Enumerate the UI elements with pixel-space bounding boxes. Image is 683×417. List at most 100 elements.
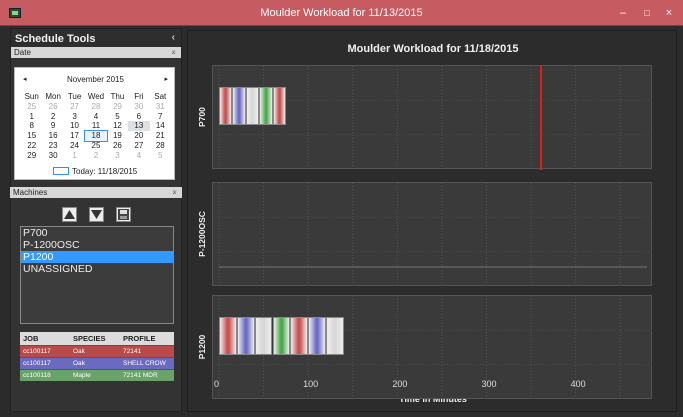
cell-job: cc100118 <box>23 372 51 379</box>
job-bar[interactable] <box>219 87 233 125</box>
calendar-day[interactable]: 31 <box>150 102 171 112</box>
workload-chart: Moulder Workload for 11/18/2015 Time in … <box>187 30 677 412</box>
machine-lane-plot: P1200 <box>197 295 653 400</box>
maximize-icon[interactable]: □ <box>636 4 658 22</box>
today-link[interactable]: Today: 11/18/2015 <box>53 167 137 176</box>
weekday-header: Sat <box>154 92 167 101</box>
jobs-table-body: cc100117 Oak 72141 cc100117 Oak SHELL CROW cc1… <box>20 345 174 381</box>
calendar-day[interactable]: 11 <box>85 121 106 131</box>
calendar-day[interactable]: 25 <box>21 102 42 112</box>
calendar-day[interactable]: 28 <box>150 141 171 151</box>
job-bar[interactable] <box>272 317 291 355</box>
window-title: Moulder Workload for 11/13/2015 <box>260 7 423 19</box>
sidebar-header: Schedule Tools ‹ <box>11 29 181 47</box>
calendar-day[interactable]: 4 <box>128 151 149 161</box>
window-title-bar: Moulder Workload for 11/13/2015 – □ × <box>0 0 683 26</box>
x-tick-label: 300 <box>481 379 497 389</box>
calendar-day[interactable]: 3 <box>107 151 128 161</box>
job-bar[interactable] <box>232 87 246 125</box>
calendar-day[interactable]: 27 <box>64 102 85 112</box>
x-tick-label: 400 <box>570 379 586 389</box>
triangle-down-icon[interactable] <box>89 207 104 222</box>
calendar-day[interactable]: 15 <box>21 131 42 141</box>
weekday-header: Tue <box>67 92 82 101</box>
cell-profile: 72141 MDR <box>123 372 158 379</box>
calendar-day[interactable]: 21 <box>150 131 171 141</box>
calendar-day[interactable]: 13 <box>128 121 150 132</box>
pin-icon[interactable]: ⌅ <box>171 187 178 196</box>
machines-section-header[interactable]: Machines ⌅ <box>10 187 182 198</box>
calendar-day[interactable]: 28 <box>85 102 106 112</box>
job-bar[interactable] <box>326 317 344 355</box>
calendar-day[interactable]: 18 <box>84 130 108 142</box>
calendar: ◂ November 2015 ▸ Sun Mon Tue Wed Thu Fri Sat 2… <box>14 67 175 180</box>
calendar-day[interactable]: 1 <box>21 112 42 122</box>
calendar-day[interactable]: 5 <box>107 112 128 122</box>
column-header-species[interactable]: SPECIES <box>70 332 120 345</box>
calendar-day[interactable]: 25 <box>85 141 106 151</box>
close-icon[interactable]: × <box>658 4 680 22</box>
calendar-day[interactable]: 4 <box>85 112 106 122</box>
date-section-header[interactable]: Date ⌅ <box>11 47 181 58</box>
job-bar[interactable] <box>290 317 309 355</box>
calendar-day[interactable]: 7 <box>150 112 171 122</box>
job-bar[interactable] <box>259 87 273 125</box>
next-month-icon[interactable]: ▸ <box>164 75 168 83</box>
job-bar[interactable] <box>245 87 260 125</box>
calendar-day[interactable]: 29 <box>107 102 128 112</box>
machine-list-item[interactable]: P700 <box>21 227 173 239</box>
cell-profile: 72141 <box>123 348 142 355</box>
job-bar[interactable] <box>254 317 273 355</box>
job-bar[interactable] <box>236 317 255 355</box>
floppy-save-icon[interactable] <box>116 207 131 222</box>
minimize-icon[interactable]: – <box>612 4 634 22</box>
calendar-day[interactable]: 2 <box>42 112 63 122</box>
calendar-header: ◂ November 2015 ▸ <box>15 75 176 87</box>
cell-species: Oak <box>73 360 85 367</box>
table-row[interactable]: cc100118 Maple 72141 MDR <box>20 369 174 381</box>
job-bar[interactable] <box>308 317 326 355</box>
table-row[interactable]: cc100117 Oak SHELL CROW <box>20 357 174 369</box>
calendar-day[interactable]: 22 <box>21 141 42 151</box>
calendar-day[interactable]: 30 <box>128 102 149 112</box>
machine-list-item[interactable]: UNASSIGNED <box>21 263 173 275</box>
machine-lane-plot: P-1200OSC <box>197 182 653 287</box>
calendar-day[interactable]: 8 <box>21 121 42 131</box>
calendar-day[interactable]: 14 <box>150 121 171 131</box>
calendar-day[interactable]: 27 <box>128 141 149 151</box>
machines-section-label: Machines <box>13 188 48 197</box>
calendar-day[interactable]: 23 <box>42 141 63 151</box>
x-tick-label: 0 <box>214 379 220 389</box>
table-row[interactable]: cc100117 Oak 72141 <box>20 345 174 357</box>
machine-list[interactable]: P700 P-1200OSC P1200 UNASSIGNED <box>20 226 174 324</box>
calendar-day[interactable]: 30 <box>42 151 63 161</box>
column-header-profile[interactable]: PROFILE <box>120 332 174 345</box>
calendar-day[interactable]: 19 <box>107 131 128 141</box>
machine-list-item[interactable]: P-1200OSC <box>21 239 173 251</box>
column-header-job[interactable]: JOB <box>20 332 70 345</box>
job-bar[interactable] <box>272 87 286 125</box>
calendar-day[interactable]: 3 <box>64 112 85 122</box>
calendar-day[interactable]: 20 <box>128 131 149 141</box>
calendar-day[interactable]: 16 <box>42 131 63 141</box>
weekday-header: Fri <box>134 92 144 101</box>
machine-list-item[interactable]: P1200 <box>21 251 173 263</box>
pin-icon[interactable]: ⌅ <box>170 47 177 56</box>
lane-label: P1200 <box>197 334 207 360</box>
chart-title: Moulder Workload for 11/18/2015 <box>347 43 519 55</box>
calendar-day[interactable]: 2 <box>85 151 106 161</box>
calendar-day[interactable]: 26 <box>107 141 128 151</box>
collapse-sidebar-icon[interactable]: ‹ <box>172 32 175 43</box>
job-bar[interactable] <box>219 317 237 355</box>
calendar-day[interactable]: 26 <box>42 102 63 112</box>
triangle-up-icon[interactable] <box>62 207 77 222</box>
calendar-day[interactable]: 10 <box>64 121 85 131</box>
calendar-day[interactable]: 29 <box>21 151 42 161</box>
calendar-day[interactable]: 1 <box>64 151 85 161</box>
calendar-day[interactable]: 6 <box>128 112 149 122</box>
calendar-day[interactable]: 9 <box>42 121 63 131</box>
calendar-day[interactable]: 12 <box>107 121 128 131</box>
calendar-day[interactable]: 5 <box>150 151 171 161</box>
calendar-day[interactable]: 24 <box>64 141 85 151</box>
calendar-day[interactable]: 17 <box>64 131 85 141</box>
